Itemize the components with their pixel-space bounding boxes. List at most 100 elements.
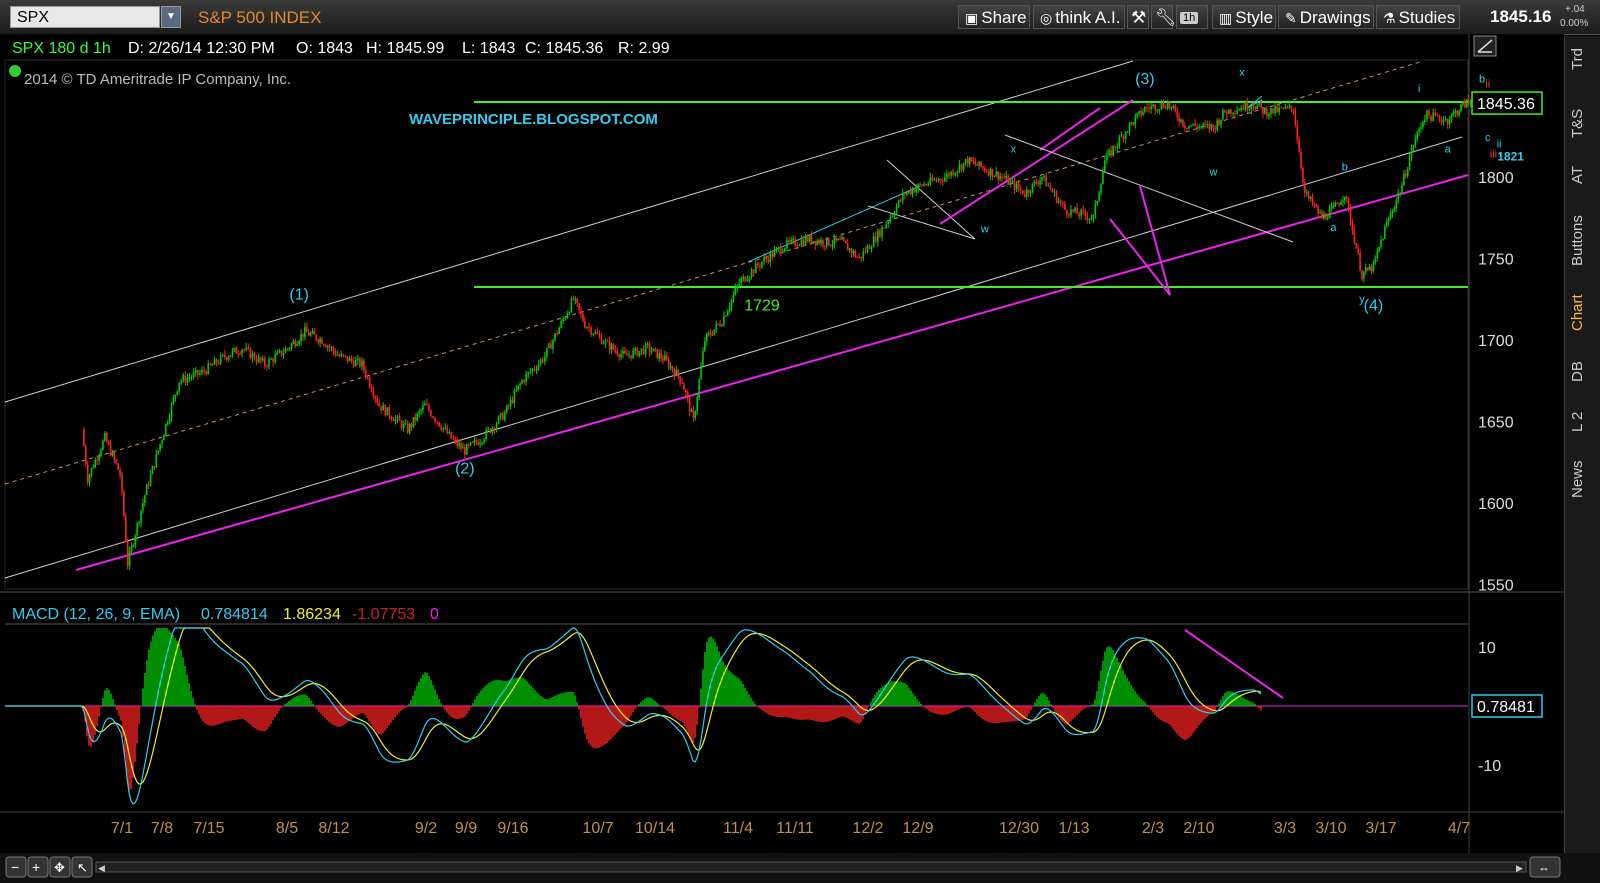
wave-label: c — [1485, 132, 1491, 144]
chevron-down-icon[interactable]: ▼ — [161, 6, 181, 28]
drawings-button[interactable]: ✎ Drawings — [1278, 5, 1374, 29]
candle-body — [612, 344, 615, 350]
candle-body — [1428, 110, 1430, 116]
tab-time-and-sales[interactable]: T&S — [1569, 109, 1586, 138]
candle-body — [773, 250, 776, 257]
toolbar: SPX ▼ S&P 500 INDEX ▣ Share ◎ think A.I. ⚒… — [0, 0, 1600, 35]
candle-body — [1248, 109, 1251, 111]
candle-body — [140, 510, 142, 523]
candle-body — [952, 171, 954, 176]
tab-news[interactable]: News — [1569, 460, 1586, 498]
candle-body — [818, 240, 820, 244]
candle-body — [1420, 127, 1422, 129]
candle-body — [1448, 120, 1451, 125]
candle-body — [450, 431, 453, 439]
candle-body — [442, 428, 445, 430]
candle-body — [211, 364, 214, 366]
candle-body — [350, 357, 353, 361]
candle-body — [654, 348, 657, 350]
candle-body — [1376, 251, 1379, 259]
candle-body — [1450, 114, 1453, 121]
tab-chart[interactable]: Chart — [1569, 294, 1586, 331]
candle-body — [259, 357, 262, 361]
tab-at[interactable]: AT — [1569, 166, 1586, 184]
candle-body — [288, 348, 291, 350]
candle-body — [923, 184, 925, 186]
candle-body — [987, 171, 990, 176]
tab-level2[interactable]: L 2 — [1569, 412, 1586, 432]
chart-area[interactable]: 1550 1600 1650 1700 1750 1800 (1) (2) (3) (4) x w x w… — [0, 34, 1564, 853]
candle-body — [348, 357, 351, 362]
symbol-input[interactable]: SPX — [10, 6, 160, 28]
candle-body — [1298, 139, 1300, 153]
candle-body — [848, 248, 851, 251]
candle-body — [1452, 112, 1455, 115]
candle-body — [590, 327, 592, 335]
think-ai-icon: ◎ — [1040, 10, 1053, 26]
candle-body — [186, 377, 189, 383]
candle-body — [610, 344, 613, 351]
candle-body — [816, 240, 819, 245]
settings-button[interactable]: 🔧︎ — [1151, 5, 1177, 29]
scroll-left-icon[interactable]: ◀ — [98, 863, 105, 873]
candle-body — [378, 403, 380, 407]
candle-body — [1218, 120, 1220, 125]
share-button[interactable]: ▣ Share — [958, 5, 1030, 29]
candle-body — [126, 541, 129, 566]
candle-body — [1380, 240, 1382, 247]
think-ai-button[interactable]: ◎ think A.I. — [1033, 5, 1125, 29]
candle-body — [251, 353, 254, 359]
candle-body — [100, 449, 102, 456]
candle-body — [704, 341, 706, 351]
candle-body — [705, 333, 708, 342]
candle-body — [1094, 203, 1097, 216]
candle-body — [1035, 181, 1038, 184]
candle-body — [1282, 107, 1285, 109]
candle-body — [257, 357, 260, 362]
scroll-right-icon[interactable]: ▶ — [1516, 863, 1523, 873]
candle-body — [790, 239, 792, 242]
candle-body — [913, 189, 916, 193]
aggregation-button[interactable]: 1h — [1176, 5, 1208, 29]
candle-body — [311, 331, 314, 334]
info-icon[interactable] — [9, 65, 21, 77]
candle-body — [1363, 272, 1365, 279]
drawing-tools-icon: ⚒ — [1131, 8, 1147, 27]
studies-button[interactable]: ⚗ Studies — [1376, 5, 1460, 29]
candle-body — [334, 351, 337, 356]
drawings-label: Drawings — [1299, 8, 1371, 27]
candle-body — [1152, 104, 1154, 107]
style-button[interactable]: ▥ Style — [1212, 5, 1276, 29]
tab-buttons[interactable]: Buttons — [1569, 215, 1586, 266]
drawing-tools-button[interactable]: ⚒ — [1127, 5, 1149, 29]
candle-body — [1412, 146, 1415, 149]
candle-body — [1294, 111, 1297, 125]
candle-body — [728, 306, 731, 311]
candle-body — [885, 223, 887, 228]
candle-body — [1332, 206, 1335, 208]
candle-body — [877, 230, 879, 242]
candle-body — [1216, 120, 1219, 130]
candle-body — [426, 403, 428, 405]
candle-body — [309, 333, 312, 336]
candle-body — [1374, 258, 1377, 263]
candle-body — [1256, 105, 1259, 109]
candle-body — [667, 359, 670, 368]
candle-body — [504, 412, 506, 420]
candle-body — [224, 354, 226, 358]
candle-body — [168, 417, 171, 423]
tab-db[interactable]: DB — [1569, 361, 1586, 382]
candle-body — [1458, 111, 1460, 116]
tab-trd[interactable]: Trd — [1569, 48, 1586, 70]
candle-body — [1230, 109, 1232, 114]
horizontal-scrollbar[interactable] — [95, 861, 1527, 873]
candle-body — [905, 192, 908, 195]
candle-body — [757, 263, 759, 266]
candle-body — [944, 177, 946, 182]
candle-body — [1120, 135, 1123, 137]
candle-body — [901, 193, 904, 201]
style-icon: ▥ — [1219, 10, 1233, 26]
candle-body — [1268, 114, 1270, 117]
candle-body — [1013, 180, 1016, 190]
candle-body — [841, 237, 843, 240]
